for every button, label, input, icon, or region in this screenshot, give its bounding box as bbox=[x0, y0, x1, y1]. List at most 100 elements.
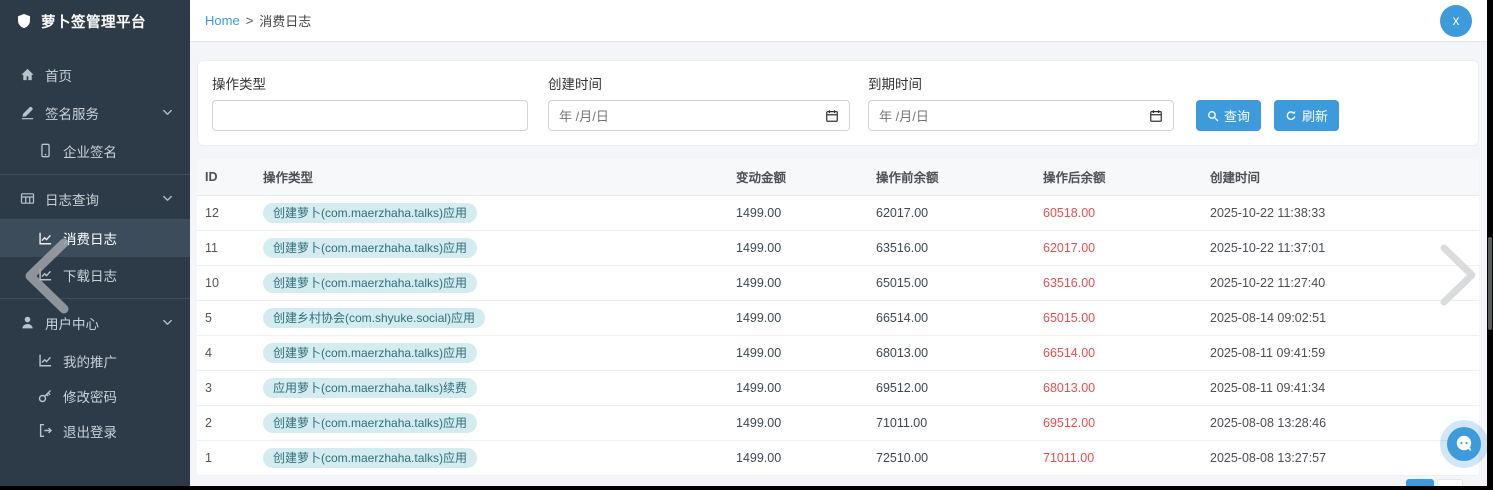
operation-type-badge: 创建萝卜(com.maerzhaha.talks)应用 bbox=[263, 272, 478, 293]
calendar-icon[interactable] bbox=[825, 109, 839, 123]
sidebar-item-enterprise-sign[interactable]: 企业签名 bbox=[0, 133, 190, 168]
pagination-next-page-button[interactable] bbox=[1437, 479, 1463, 486]
cell-amount: 1499.00 bbox=[736, 195, 876, 231]
cell-amount: 1499.00 bbox=[736, 335, 876, 371]
cell-operation-type: 创建萝卜(com.maerzhaha.talks)应用 bbox=[263, 265, 736, 301]
cell-balance-before: 68013.00 bbox=[876, 335, 1043, 371]
sidebar-item-label: 企业签名 bbox=[63, 144, 117, 160]
table-header-row: ID 操作类型 变动金额 操作前余额 操作后余额 创建时间 bbox=[197, 159, 1479, 196]
breadcrumb-home-link[interactable]: Home bbox=[205, 13, 240, 28]
app-window: 萝卜签管理平台 首页 签名服务 企业签名 日志查询 消费日志 下载日志 用户中心 我的推广 修改… bbox=[0, 0, 1487, 486]
chart-line-icon bbox=[38, 353, 53, 368]
cell-amount: 1499.00 bbox=[736, 230, 876, 266]
cell-id: 4 bbox=[197, 335, 263, 371]
carousel-prev-icon[interactable] bbox=[20, 237, 72, 315]
sidebar-item-change-password[interactable]: 修改密码 bbox=[0, 378, 190, 413]
customer-service-button[interactable] bbox=[1440, 420, 1487, 468]
calendar-icon[interactable] bbox=[1149, 109, 1163, 123]
signature-icon bbox=[20, 105, 35, 120]
sidebar-item-home[interactable]: 首页 bbox=[0, 57, 190, 92]
cell-operation-type: 创建乡村协会(com.shyuke.social)应用 bbox=[263, 300, 736, 336]
sidebar-item-log-query[interactable]: 日志查询 bbox=[0, 181, 190, 216]
search-icon bbox=[1207, 110, 1219, 122]
created-time-input[interactable]: 年 /月/日 bbox=[548, 100, 850, 131]
cell-balance-before: 65015.00 bbox=[876, 265, 1043, 301]
carousel-next-icon[interactable] bbox=[1436, 242, 1482, 308]
home-icon bbox=[20, 67, 35, 82]
expire-time-label: 到期时间 bbox=[868, 77, 922, 92]
cell-id: 5 bbox=[197, 300, 263, 336]
avatar[interactable]: x bbox=[1440, 4, 1472, 37]
breadcrumb-current: 消费日志 bbox=[259, 14, 312, 29]
cell-balance-before: 69512.00 bbox=[876, 370, 1043, 406]
shield-icon bbox=[16, 13, 32, 29]
breadcrumb-separator: > bbox=[245, 13, 254, 28]
cell-id: 12 bbox=[197, 195, 263, 231]
cell-created-time: 2025-08-08 13:28:46 bbox=[1210, 405, 1479, 441]
operation-type-badge: 创建萝卜(com.maerzhaha.talks)应用 bbox=[263, 202, 478, 223]
operation-type-label: 操作类型 bbox=[212, 77, 266, 92]
operation-type-badge: 创建萝卜(com.maerzhaha.talks)应用 bbox=[263, 447, 478, 468]
sidebar-item-label: 退出登录 bbox=[63, 424, 117, 440]
log-table: ID 操作类型 变动金额 操作前余额 操作后余额 创建时间 12 创建萝卜(co… bbox=[197, 159, 1479, 476]
sidebar-item-label: 签名服务 bbox=[45, 106, 99, 122]
cell-balance-before: 72510.00 bbox=[876, 440, 1043, 476]
cell-created-time: 2025-10-22 11:38:33 bbox=[1210, 195, 1479, 231]
operation-type-badge: 创建萝卜(com.maerzhaha.talks)应用 bbox=[263, 237, 478, 258]
chevron-down-icon bbox=[161, 106, 174, 119]
sidebar-item-my-promotion[interactable]: 我的推广 bbox=[0, 343, 190, 378]
table-row[interactable]: 3 应用萝卜(com.maerzhaha.talks)续费 1499.00 69… bbox=[197, 370, 1479, 406]
cell-balance-after: 63516.00 bbox=[1043, 265, 1210, 301]
sidebar-item-logout[interactable]: 退出登录 bbox=[0, 413, 190, 448]
sidebar-item-sign-service[interactable]: 签名服务 bbox=[0, 95, 190, 130]
operation-type-badge: 创建乡村协会(com.shyuke.social)应用 bbox=[263, 307, 486, 328]
chevron-down-icon bbox=[161, 192, 174, 205]
key-icon bbox=[38, 388, 53, 403]
cell-operation-type: 创建萝卜(com.maerzhaha.talks)应用 bbox=[263, 195, 736, 231]
cell-operation-type: 创建萝卜(com.maerzhaha.talks)应用 bbox=[263, 405, 736, 441]
chat-icon bbox=[1447, 427, 1481, 461]
cell-operation-type: 创建萝卜(com.maerzhaha.talks)应用 bbox=[263, 335, 736, 371]
cell-id: 2 bbox=[197, 405, 263, 441]
col-header-operation-type: 操作类型 bbox=[263, 159, 736, 196]
table-row[interactable]: 10 创建萝卜(com.maerzhaha.talks)应用 1499.00 6… bbox=[197, 265, 1479, 301]
table-row[interactable]: 1 创建萝卜(com.maerzhaha.talks)应用 1499.00 72… bbox=[197, 440, 1479, 476]
pagination-active-page-button[interactable] bbox=[1406, 479, 1434, 486]
filter-card: 操作类型 创建时间 年 /月/日 到期时间 年 /月/日 查询 刷新 bbox=[197, 60, 1479, 146]
table-icon bbox=[20, 191, 35, 206]
cell-balance-after: 66514.00 bbox=[1043, 335, 1210, 371]
cell-balance-before: 71011.00 bbox=[876, 405, 1043, 441]
table-row[interactable]: 12 创建萝卜(com.maerzhaha.talks)应用 1499.00 6… bbox=[197, 195, 1479, 231]
sidebar-item-label: 用户中心 bbox=[45, 316, 99, 332]
col-header-amount: 变动金额 bbox=[736, 159, 876, 196]
created-time-label: 创建时间 bbox=[548, 77, 602, 92]
main-area: Home > 消费日志 x 操作类型 创建时间 年 /月/日 到期时间 年 /月… bbox=[190, 0, 1487, 486]
cell-balance-before: 66514.00 bbox=[876, 300, 1043, 336]
cell-balance-before: 62017.00 bbox=[876, 195, 1043, 231]
search-button[interactable]: 查询 bbox=[1196, 100, 1262, 131]
table-row[interactable]: 11 创建萝卜(com.maerzhaha.talks)应用 1499.00 6… bbox=[197, 230, 1479, 266]
filter-buttons: 查询 刷新 bbox=[1196, 73, 1340, 131]
cell-balance-after: 65015.00 bbox=[1043, 300, 1210, 336]
logout-icon bbox=[38, 423, 53, 438]
breadcrumb: Home > 消费日志 bbox=[205, 11, 311, 30]
sidebar-item-label: 修改密码 bbox=[63, 389, 117, 405]
cell-operation-type: 创建萝卜(com.maerzhaha.talks)应用 bbox=[263, 230, 736, 266]
expire-time-input[interactable]: 年 /月/日 bbox=[868, 100, 1174, 131]
scrollbar-thumb[interactable] bbox=[1488, 237, 1492, 330]
refresh-button[interactable]: 刷新 bbox=[1274, 100, 1340, 131]
cell-balance-before: 63516.00 bbox=[876, 230, 1043, 266]
cell-balance-after: 62017.00 bbox=[1043, 230, 1210, 266]
table-row[interactable]: 5 创建乡村协会(com.shyuke.social)应用 1499.00 66… bbox=[197, 300, 1479, 336]
table-row[interactable]: 4 创建萝卜(com.maerzhaha.talks)应用 1499.00 68… bbox=[197, 335, 1479, 371]
cell-amount: 1499.00 bbox=[736, 370, 876, 406]
operation-type-input[interactable] bbox=[212, 100, 528, 131]
cell-balance-after: 68013.00 bbox=[1043, 370, 1210, 406]
operation-type-badge: 创建萝卜(com.maerzhaha.talks)应用 bbox=[263, 412, 478, 433]
refresh-icon bbox=[1285, 110, 1297, 122]
table-row[interactable]: 2 创建萝卜(com.maerzhaha.talks)应用 1499.00 71… bbox=[197, 405, 1479, 441]
filter-expire-time: 到期时间 年 /月/日 bbox=[868, 73, 1174, 131]
cell-id: 10 bbox=[197, 265, 263, 301]
cell-balance-after: 69512.00 bbox=[1043, 405, 1210, 441]
cell-amount: 1499.00 bbox=[736, 440, 876, 476]
